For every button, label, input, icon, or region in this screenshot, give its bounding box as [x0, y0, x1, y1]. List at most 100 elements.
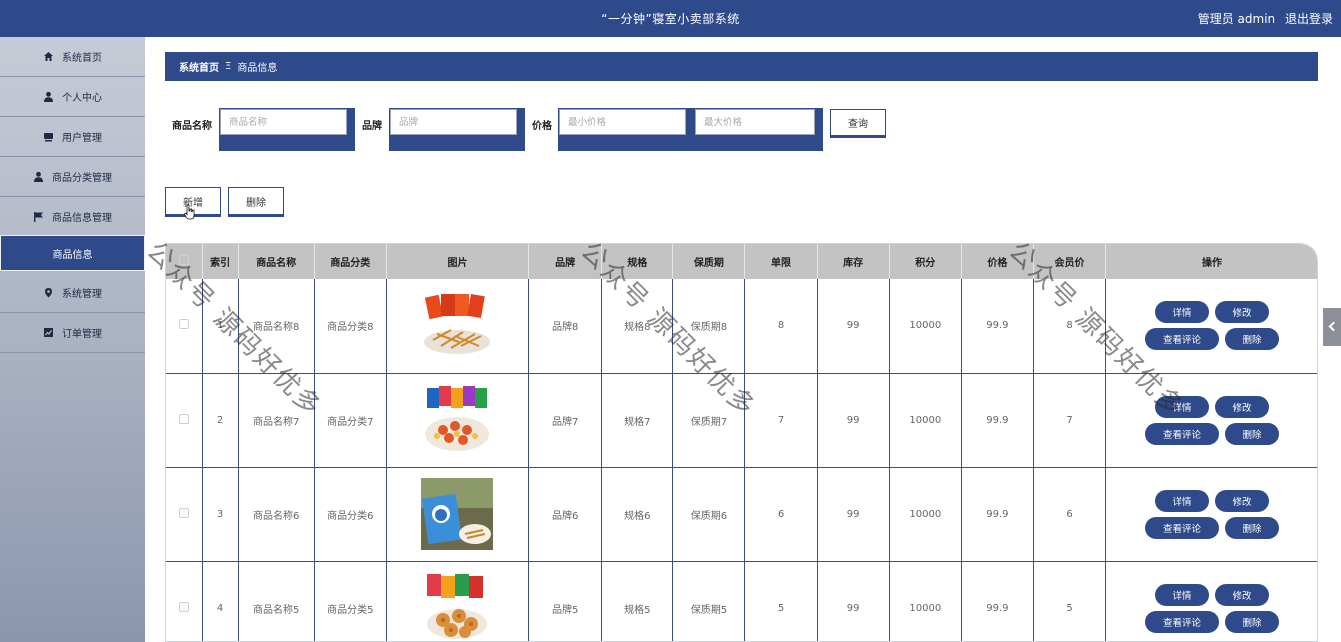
row-select-cell[interactable] [166, 279, 203, 374]
delete-row-button[interactable]: 删除 [1225, 516, 1280, 539]
sidebar-item-profile[interactable]: 个人中心 [0, 77, 145, 117]
cell-limit: 7 [744, 373, 818, 468]
cell-points: 10000 [889, 373, 962, 468]
view-comments-button[interactable]: 查看评论 [1145, 422, 1220, 445]
cell-name: 商品名称6 [238, 467, 315, 562]
delete-row-button[interactable]: 删除 [1225, 422, 1280, 445]
column-header: 商品名称 [238, 244, 315, 279]
view-comments-button[interactable]: 查看评论 [1145, 328, 1220, 351]
breadcrumb-home[interactable]: 系统首页 [179, 59, 219, 74]
cell-category: 商品分类7 [314, 373, 387, 468]
cell-member-price: 5 [1033, 561, 1107, 641]
image-cell [386, 373, 530, 468]
detail-button[interactable]: 详情 [1155, 395, 1210, 418]
cell-price: 99.9 [961, 279, 1034, 374]
name-search-input[interactable] [220, 109, 347, 135]
brand-search-box [389, 108, 525, 151]
breadcrumb: 系统首页 Ξ 商品信息 [165, 52, 1318, 81]
home-icon [43, 51, 54, 62]
product-image [425, 386, 490, 451]
row-checkbox[interactable] [178, 601, 189, 612]
row-select-cell[interactable] [166, 373, 203, 468]
cell-stock: 99 [817, 561, 890, 641]
sidebar-item-users[interactable]: 用户管理 [0, 117, 145, 157]
cell-shelf: 保质期5 [672, 561, 746, 641]
column-header: 保质期 [672, 244, 746, 279]
cell-price: 99.9 [961, 561, 1034, 641]
operations-cell: 详情 修改查看评论 删除 [1105, 373, 1317, 468]
sidebar: 系统首页 个人中心 用户管理 商品分类管理 商品信息管理 商品信息 系统管理 订… [0, 37, 145, 642]
cell-limit: 6 [744, 467, 818, 562]
collapse-handle[interactable] [1323, 308, 1341, 346]
column-header: 规格 [601, 244, 674, 279]
cell-name: 商品名称7 [238, 373, 315, 468]
column-header: 商品分类 [314, 244, 387, 279]
row-checkbox[interactable] [178, 413, 189, 424]
column-header: 操作 [1105, 244, 1317, 279]
row-checkbox[interactable] [178, 507, 189, 518]
sidebar-item-orders[interactable]: 订单管理 [0, 313, 145, 353]
cell-limit: 8 [744, 279, 818, 374]
detail-button[interactable]: 详情 [1155, 489, 1210, 512]
price-search-label: 价格 [532, 121, 552, 132]
goods-table: 索引 商品名称 商品分类 图片 品牌 规格 保质期 单限 库存 积分 价格 会员… [165, 243, 1318, 642]
app-title: “一分钟”寝室小卖部系统 [601, 12, 740, 26]
max-price-input[interactable] [695, 109, 815, 135]
cell-category: 商品分类6 [314, 467, 387, 562]
sidebar-item-goods-management[interactable]: 商品信息管理 [0, 197, 145, 237]
row-select-cell[interactable] [166, 467, 203, 562]
cell-category: 商品分类5 [314, 561, 387, 641]
delete-row-button[interactable]: 删除 [1225, 328, 1280, 351]
cell-brand: 品牌6 [528, 467, 603, 562]
pin-icon [43, 287, 54, 298]
edit-button[interactable]: 修改 [1215, 395, 1270, 418]
brand-search-input[interactable] [390, 109, 517, 135]
min-price-input[interactable] [559, 109, 686, 135]
view-comments-button[interactable]: 查看评论 [1145, 516, 1220, 539]
cell-brand: 品牌7 [528, 373, 603, 468]
select-all-checkbox[interactable] [178, 255, 189, 265]
operations-cell: 详情 修改查看评论 删除 [1105, 279, 1317, 374]
product-image [421, 478, 494, 550]
cell-shelf: 保质期7 [672, 373, 746, 468]
logout-link[interactable]: 退出登录 [1285, 12, 1333, 26]
cell-name: 商品名称5 [238, 561, 315, 641]
image-cell [386, 467, 530, 562]
sidebar-item-goods-info[interactable]: 商品信息 [0, 235, 145, 271]
name-search-box [219, 108, 355, 151]
select-all-header[interactable] [166, 244, 203, 279]
cell-stock: 99 [817, 467, 890, 562]
cell-brand: 品牌8 [528, 279, 603, 374]
delete-row-button[interactable]: 删除 [1225, 610, 1280, 633]
price-search-box [558, 108, 823, 151]
chart-icon [43, 327, 54, 338]
view-comments-button[interactable]: 查看评论 [1145, 610, 1220, 633]
image-cell [386, 561, 530, 641]
column-header: 图片 [386, 244, 530, 279]
cell-index: 4 [202, 561, 239, 641]
detail-button[interactable]: 详情 [1155, 301, 1210, 324]
operations-cell: 详情 修改查看评论 删除 [1105, 467, 1317, 562]
cell-index: 2 [202, 373, 239, 468]
edit-button[interactable]: 修改 [1215, 583, 1270, 606]
edit-button[interactable]: 修改 [1215, 489, 1270, 512]
cell-spec: 规格8 [601, 279, 674, 374]
edit-button[interactable]: 修改 [1215, 301, 1270, 324]
row-checkbox[interactable] [178, 319, 189, 330]
cell-stock: 99 [817, 279, 890, 374]
cell-shelf: 保质期8 [672, 279, 746, 374]
name-search-label: 商品名称 [172, 121, 212, 132]
table-row: 4 商品名称5 商品分类5 品牌5 规格5 保质期5 5 99 10000 99.9 5 详情 修改 查看… [166, 561, 1317, 641]
cell-category: 商品分类8 [314, 279, 387, 374]
query-button[interactable]: 查询 [830, 109, 886, 136]
delete-button[interactable]: 删除 [228, 187, 284, 215]
sidebar-item-system[interactable]: 系统管理 [0, 273, 145, 313]
detail-button[interactable]: 详情 [1155, 583, 1210, 606]
cell-name: 商品名称8 [238, 279, 315, 374]
row-select-cell[interactable] [166, 561, 203, 641]
cell-index: 3 [202, 467, 239, 562]
table-row: 2 商品名称7 商品分类7 品牌7 规格7 保质期7 7 99 10000 99.9 7 详情 修改 查看… [166, 373, 1317, 468]
sidebar-item-category[interactable]: 商品分类管理 [0, 157, 145, 197]
sidebar-item-home[interactable]: 系统首页 [0, 37, 145, 77]
operations-cell: 详情 修改查看评论 删除 [1105, 561, 1317, 641]
